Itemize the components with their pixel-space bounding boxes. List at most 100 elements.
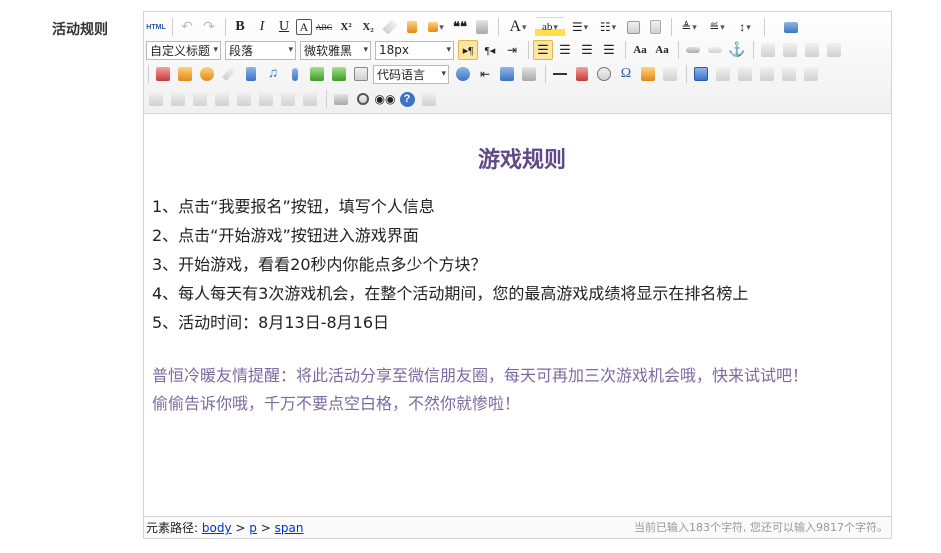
insert-video-button[interactable] <box>241 64 261 84</box>
insert-frame-button[interactable] <box>307 64 327 84</box>
preview-page-button[interactable] <box>353 89 373 109</box>
search-replace-button[interactable]: ◉◉ <box>375 89 396 109</box>
scrawl-button[interactable] <box>219 64 239 84</box>
auto-format-button[interactable] <box>424 17 448 37</box>
snapscreen-button[interactable] <box>660 64 680 84</box>
split-rows-button[interactable] <box>256 89 276 109</box>
line-height-button[interactable]: ↕ <box>732 17 758 37</box>
eraser-button[interactable] <box>380 17 400 37</box>
background-button[interactable] <box>519 64 539 84</box>
multi-image-button[interactable] <box>175 64 195 84</box>
path-span-link[interactable]: span <box>275 521 304 535</box>
insert-image-button[interactable] <box>153 64 173 84</box>
underline-button[interactable]: U <box>274 17 294 37</box>
help-button[interactable]: ? <box>397 89 417 109</box>
unordered-list-button[interactable]: ☷ <box>595 17 621 37</box>
toolbar-separator <box>225 18 226 36</box>
paragraph-before-table-icon <box>738 67 752 81</box>
horizontal-rule-button[interactable] <box>550 64 570 84</box>
select-all-button[interactable] <box>623 17 643 37</box>
paragraph-select[interactable]: 段落 ▾ <box>225 40 296 60</box>
html-source-button[interactable]: HTML <box>146 17 166 37</box>
align-justify-button[interactable]: ☰ <box>599 40 619 60</box>
google-map-button[interactable] <box>329 64 349 84</box>
split-cols-button[interactable] <box>278 89 298 109</box>
strikethrough-button[interactable]: ABC <box>314 17 334 37</box>
custom-title-select[interactable]: 自定义标题 ▾ <box>146 40 221 60</box>
to-uppercase-button[interactable]: Aa <box>630 40 650 60</box>
preview-button[interactable] <box>781 17 801 37</box>
wordimage-button[interactable] <box>638 64 658 84</box>
align-left-button[interactable]: ☰ <box>533 40 553 60</box>
align-center-icon: ☰ <box>559 42 571 57</box>
undo-button[interactable]: ↶ <box>177 17 197 37</box>
paste-plain-button[interactable] <box>472 17 492 37</box>
blockquote-button[interactable]: ❝❝ <box>450 17 470 37</box>
clear-doc-button[interactable] <box>645 17 665 37</box>
merge-down-button[interactable] <box>212 89 232 109</box>
horizontal-rule-icon <box>553 73 567 75</box>
merge-right-button[interactable] <box>190 89 210 109</box>
ordered-list-button[interactable]: ☰ <box>567 17 593 37</box>
emotion-button[interactable] <box>197 64 217 84</box>
font-size-select[interactable]: 18px ▾ <box>375 40 454 60</box>
subscript-button[interactable]: X₂ <box>358 17 378 37</box>
merge-cells-button[interactable] <box>168 89 188 109</box>
delete-row-button[interactable] <box>779 64 799 84</box>
insert-paragraph-before-table-button[interactable] <box>735 64 755 84</box>
split-cells-button[interactable] <box>234 89 254 109</box>
insert-col-button[interactable] <box>801 64 821 84</box>
print-button[interactable] <box>331 89 351 109</box>
font-border-button[interactable]: A <box>296 19 312 35</box>
font-color-button[interactable]: A <box>503 17 533 37</box>
page-break-button[interactable]: ⇤ <box>475 64 495 84</box>
path-body-link[interactable]: body <box>202 521 232 535</box>
bold-button[interactable]: B <box>230 17 250 37</box>
unlink-button[interactable] <box>705 40 725 60</box>
format-painter-button[interactable] <box>402 17 422 37</box>
editor-content[interactable]: 游戏规则 1、点击“我要报名”按钮，填写个人信息 2、点击“开始游戏”按钮进入游… <box>152 142 872 416</box>
anchor-button[interactable]: ⚓ <box>727 40 747 60</box>
toolbar-separator <box>671 18 672 36</box>
link-button[interactable] <box>683 40 703 60</box>
insert-date-button[interactable] <box>572 64 592 84</box>
redo-button[interactable]: ↷ <box>199 17 219 37</box>
italic-button[interactable]: I <box>252 17 272 37</box>
row-spacing-bottom-button[interactable]: ≝ <box>704 17 730 37</box>
delete-table-button[interactable] <box>713 64 733 84</box>
baidu-map-button[interactable] <box>351 64 371 84</box>
insert-row-button[interactable] <box>757 64 777 84</box>
image-none-button[interactable] <box>758 40 778 60</box>
toolbar-separator <box>498 18 499 36</box>
indent-icon: ⇥ <box>506 42 518 57</box>
attachment-button[interactable] <box>285 64 305 84</box>
image-right-button[interactable] <box>802 40 822 60</box>
to-lowercase-button[interactable]: Aa <box>652 40 672 60</box>
row-spacing-top-button[interactable]: ≜ <box>676 17 702 37</box>
rich-text-editor: HTML ↶ ↷ B I U A ABC X² X₂ ❝❝ A ab ☰ ☷ ≜ <box>143 11 892 539</box>
web-app-button[interactable] <box>453 64 473 84</box>
image-center-button[interactable] <box>824 40 844 60</box>
path-separator: > <box>235 521 246 535</box>
rtl-direction-button[interactable]: ¶◂ <box>480 40 500 60</box>
ltr-direction-button[interactable]: ▸¶ <box>458 40 478 60</box>
indent-button[interactable]: ⇥ <box>502 40 522 60</box>
font-family-select[interactable]: 微软雅黑 ▾ <box>300 40 371 60</box>
superscript-button[interactable]: X² <box>336 17 356 37</box>
chevron-down-icon: ▾ <box>446 45 451 55</box>
code-language-select[interactable]: 代码语言 ▾ <box>373 64 449 84</box>
path-p-link[interactable]: p <box>249 521 257 535</box>
insert-table-button[interactable] <box>691 64 711 84</box>
background-color-button[interactable]: ab <box>535 17 565 37</box>
table-properties-button[interactable] <box>300 89 320 109</box>
draft-button[interactable] <box>419 89 439 109</box>
template-button[interactable] <box>497 64 517 84</box>
insert-time-button[interactable] <box>594 64 614 84</box>
image-left-button[interactable] <box>780 40 800 60</box>
special-char-button[interactable]: Ω <box>616 64 636 84</box>
align-right-button[interactable]: ☰ <box>577 40 597 60</box>
align-center-button[interactable]: ☰ <box>555 40 575 60</box>
chevron-down-icon: ▾ <box>288 45 293 55</box>
delete-col-button[interactable] <box>146 89 166 109</box>
insert-music-button[interactable]: ♫ <box>263 64 283 84</box>
